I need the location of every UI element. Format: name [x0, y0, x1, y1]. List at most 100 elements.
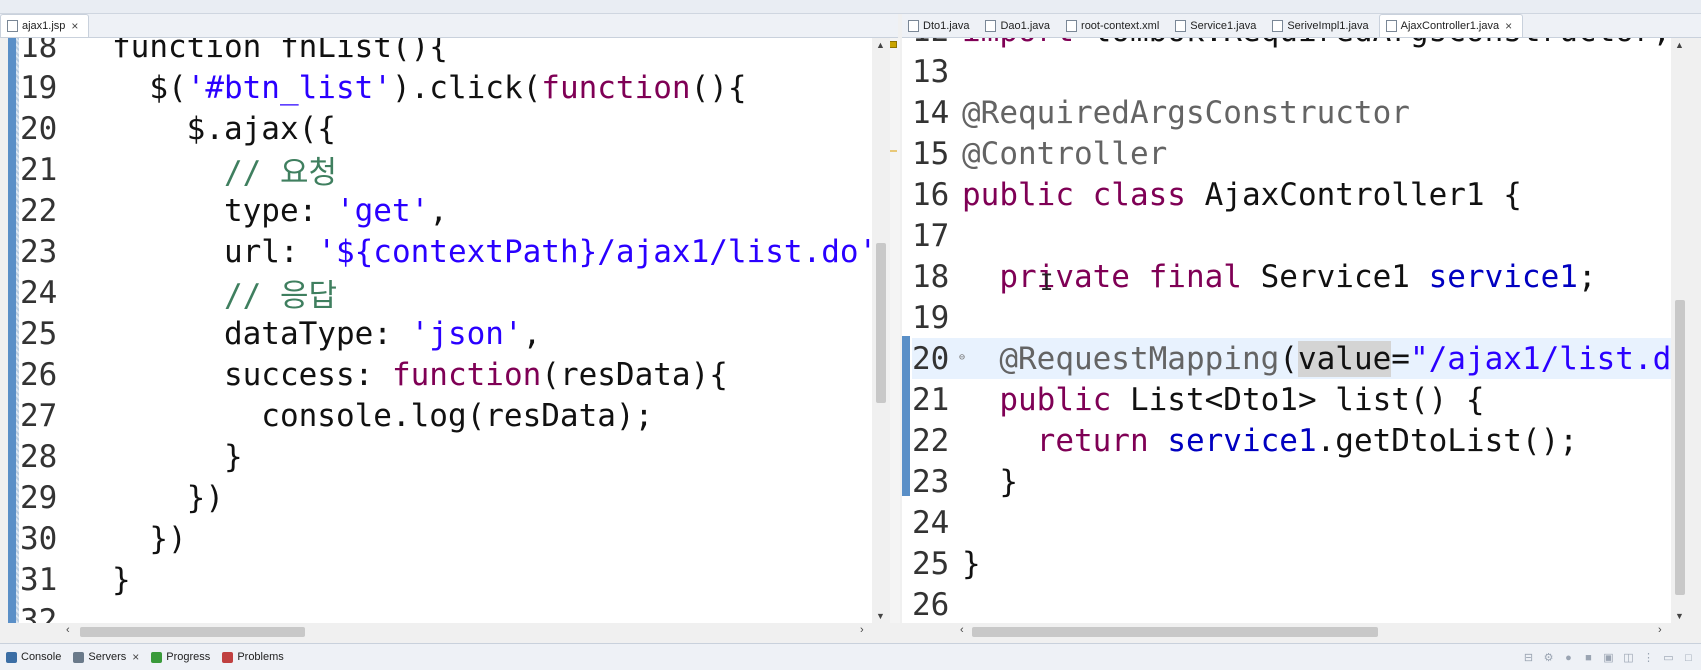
code-line[interactable]: 26 success: function(resData){ [20, 354, 728, 395]
code-line[interactable]: 23 url: '${contextPath}/ajax1/list.do', [20, 231, 872, 272]
toolbar-icon[interactable]: □ [1682, 652, 1695, 664]
code-line[interactable]: 17 [912, 215, 962, 256]
warning-marker[interactable] [889, 41, 897, 48]
toolbar-icon[interactable]: ▣ [1602, 652, 1615, 664]
editor-tab[interactable]: SeriveImpl1.java [1266, 14, 1378, 37]
code-text[interactable]: } [962, 464, 1018, 500]
code-text[interactable]: $.ajax({ [112, 111, 336, 147]
code-text[interactable]: import lombok.RequiredArgsConstructor; [962, 38, 1671, 49]
code-text[interactable]: } [112, 439, 243, 475]
code-text[interactable]: public List<Dto1> list() { [962, 382, 1484, 418]
editor-tab[interactable]: root-context.xml [1060, 14, 1169, 37]
code-text[interactable]: } [112, 562, 131, 598]
left-code-editor[interactable]: 18 function fnList(){19 $('#btn_list').cl… [8, 38, 872, 623]
code-text[interactable]: @RequiredArgsConstructor [962, 95, 1410, 131]
view-tab-progress[interactable]: Progress [145, 644, 216, 670]
code-line[interactable]: 13 [912, 51, 962, 92]
scroll-left-icon[interactable]: ‹ [66, 624, 70, 636]
editor-tab[interactable]: Service1.java [1169, 14, 1266, 37]
code-text[interactable]: private final Service1 service1; [962, 259, 1596, 295]
scroll-up-icon[interactable]: ▲ [876, 40, 885, 50]
code-line[interactable]: 22 type: 'get', [20, 190, 448, 231]
toolbar-icon[interactable]: ◫ [1622, 652, 1635, 664]
code-line[interactable]: 12import lombok.RequiredArgsConstructor; [912, 38, 1671, 51]
code-text[interactable]: return service1.getDtoList(); [962, 423, 1578, 459]
code-line[interactable]: 19 $('#btn_list').click(function(){ [20, 67, 747, 108]
scroll-right-icon[interactable]: › [1658, 624, 1662, 636]
code-text[interactable]: url: '${contextPath}/ajax1/list.do', [112, 234, 872, 270]
scroll-left-icon[interactable]: ‹ [960, 624, 964, 636]
scrollbar-thumb[interactable] [80, 627, 305, 637]
code-line[interactable]: 27 console.log(resData); [20, 395, 653, 436]
editor-tab[interactable]: AjaxController1.java × [1378, 14, 1524, 37]
code-text[interactable]: } [962, 546, 981, 582]
code-text[interactable]: @Controller [962, 136, 1167, 172]
code-line[interactable]: 31} [20, 559, 131, 600]
code-line[interactable]: 18 function fnList(){ [20, 38, 448, 67]
toolbar-icon[interactable]: ● [1562, 652, 1575, 664]
scroll-down-icon[interactable]: ▼ [876, 611, 885, 621]
toolbar-icon[interactable]: ⊟ [1522, 652, 1535, 664]
code-line[interactable]: 30 }) [20, 518, 187, 559]
code-line[interactable]: 20 $.ajax({ [20, 108, 336, 149]
scroll-right-icon[interactable]: › [860, 624, 864, 636]
right-horizontal-scrollbar[interactable]: ‹ › [902, 623, 1671, 639]
toolbar-icon[interactable]: ⚙ [1542, 652, 1555, 664]
code-text[interactable]: function fnList(){ [112, 38, 448, 65]
code-line[interactable]: 24 // 응답 [20, 270, 337, 315]
view-tab-servers[interactable]: Servers × [67, 644, 145, 670]
code-text[interactable]: @RequestMapping(value="/ajax1/list.do" [962, 340, 1671, 377]
code-text[interactable]: success: function(resData){ [112, 357, 728, 393]
code-text[interactable]: dataType: 'json', [112, 316, 541, 352]
scroll-up-icon[interactable]: ▲ [1675, 40, 1684, 50]
code-line[interactable]: 28 } [20, 436, 243, 477]
code-text[interactable]: // 응답 [112, 270, 337, 315]
toolbar-icon[interactable]: ▭ [1662, 652, 1675, 664]
code-text[interactable]: }) [112, 480, 224, 516]
code-text[interactable]: type: 'get', [112, 193, 448, 229]
scrollbar-thumb[interactable] [1675, 300, 1685, 595]
code-line[interactable]: 32 [20, 600, 112, 624]
code-text[interactable]: console.log(resData); [112, 398, 653, 434]
left-vertical-scrollbar[interactable]: ▲ ▼ [872, 38, 890, 623]
code-line[interactable]: 24 [912, 502, 962, 543]
line-number: 26 [912, 586, 950, 623]
code-line[interactable]: 19 [912, 297, 962, 338]
servers-icon [73, 651, 85, 663]
code-line[interactable]: 22 return service1.getDtoList(); [912, 420, 1578, 461]
code-line[interactable]: 21 // 요청 [20, 147, 337, 192]
editor-tab[interactable]: Dao1.java [979, 14, 1060, 37]
code-line[interactable]: 15 @Controller [912, 133, 1167, 174]
code-line[interactable]: 14 @RequiredArgsConstructor [912, 92, 1410, 133]
code-line[interactable]: 16 public class AjaxController1 { [912, 174, 1522, 215]
code-line[interactable]: 21 public List<Dto1> list() { [912, 379, 1485, 420]
tab-ajax1-jsp[interactable]: ajax1.jsp × [0, 14, 90, 37]
view-tab-console[interactable]: Console [0, 644, 67, 670]
left-horizontal-scrollbar[interactable]: ‹ › [8, 623, 872, 639]
code-text[interactable]: public class AjaxController1 { [962, 177, 1522, 213]
editor-tab[interactable]: Dto1.java [902, 14, 979, 37]
scroll-down-icon[interactable]: ▼ [1675, 611, 1684, 621]
scrollbar-thumb[interactable] [972, 627, 1378, 637]
scrollbar-thumb[interactable] [876, 243, 886, 403]
fold-icon[interactable]: ⊖ [959, 352, 965, 363]
code-line[interactable]: 26 [912, 584, 962, 623]
right-code-editor[interactable]: 12import lombok.RequiredArgsConstructor;… [902, 38, 1671, 623]
code-text[interactable]: $('#btn_list').click(function(){ [112, 70, 746, 106]
code-line[interactable]: 25 dataType: 'json', [20, 313, 541, 354]
code-line[interactable]: 18 private final Service1 service1; [912, 256, 1597, 297]
occurrence-marker[interactable] [890, 150, 897, 152]
toolbar-icon[interactable]: ⋮ [1642, 652, 1655, 664]
code-line[interactable]: 23 } [912, 461, 1018, 502]
view-tab-problems[interactable]: Problems [216, 644, 289, 670]
toolbar-icon[interactable]: ■ [1582, 652, 1595, 664]
code-line[interactable]: 20 @RequestMapping(value="/ajax1/list.do… [912, 338, 1671, 379]
close-icon[interactable]: × [132, 650, 139, 664]
code-text[interactable]: }) [112, 521, 186, 557]
close-icon[interactable]: × [71, 19, 78, 33]
code-line[interactable]: 25} [912, 543, 981, 584]
code-line[interactable]: 29 }) [20, 477, 224, 518]
code-text[interactable]: // 요청 [112, 147, 337, 192]
close-icon[interactable]: × [1505, 19, 1512, 33]
right-vertical-scrollbar[interactable]: ▲ ▼ [1671, 38, 1689, 623]
